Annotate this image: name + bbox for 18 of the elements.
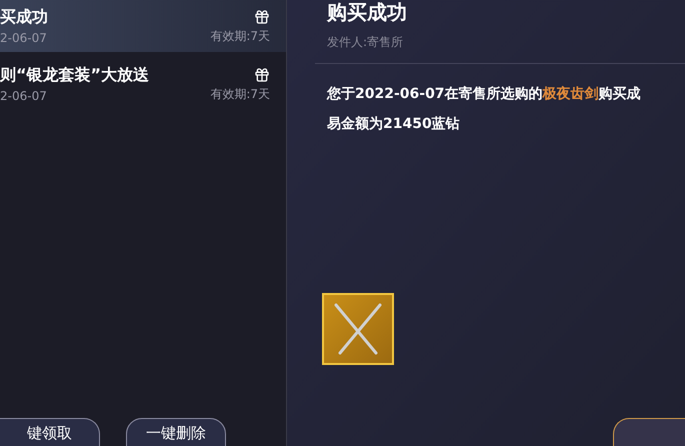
mail-list-item[interactable]: 则“银龙套装”大放送 2-06-07 有效期:7天: [0, 58, 286, 110]
action-button[interactable]: 一键删除: [126, 418, 226, 446]
mail-date: 2-06-07: [0, 88, 48, 104]
mail-expiry: 有效期:7天: [210, 28, 270, 44]
action-button[interactable]: 键领取: [0, 418, 100, 446]
gift-icon: [254, 8, 270, 24]
mail-title: 买成功: [0, 6, 48, 26]
mail-expiry: 有效期:7天: [210, 86, 270, 102]
accent-button[interactable]: [613, 418, 685, 446]
sword-item-slot[interactable]: [322, 293, 394, 365]
mail-list-item[interactable]: 买成功 2-06-07 有效期:7天: [0, 0, 286, 52]
mail-sender: 发件人:寄售所: [327, 34, 404, 51]
mail-heading: 购买成功: [327, 0, 408, 25]
mail-body-line: 您于2022-06-07在寄售所选购的极夜齿剑购买成: [327, 86, 642, 104]
mail-date: 2-06-07: [0, 30, 48, 46]
mail-title: 则“银龙套装”大放送: [0, 64, 150, 84]
mail-body-line: 易金额为21450蓝钻: [327, 116, 461, 133]
gift-icon: [254, 66, 270, 82]
